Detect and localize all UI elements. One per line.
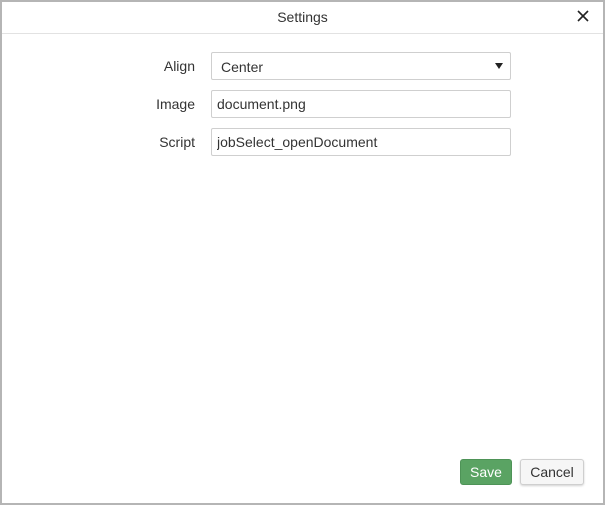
align-label: Align [163,58,195,74]
close-icon [577,10,589,22]
close-button[interactable] [573,6,593,26]
script-input[interactable] [211,128,511,156]
save-button[interactable]: Save [460,459,512,485]
image-row: Image [2,90,603,118]
caret-down-icon [494,62,504,70]
script-row: Script [2,128,603,156]
settings-dialog: Settings Align Center Image Script Save … [0,0,605,505]
cancel-button[interactable]: Cancel [520,459,584,485]
image-input[interactable] [211,90,511,118]
align-select-value: Center [221,59,264,75]
dialog-title: Settings [277,9,328,25]
align-row: Align Center [2,52,603,80]
dialog-header: Settings [2,2,603,34]
script-label: Script [159,134,195,150]
image-label: Image [156,96,195,112]
align-select[interactable]: Center [211,52,511,80]
